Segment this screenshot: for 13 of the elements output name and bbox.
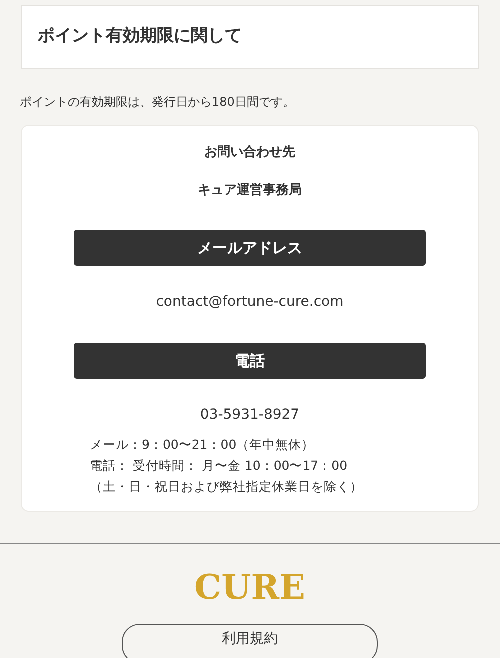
contact-heading: 電話 [74,343,426,379]
contact-heading: メールアドレス [74,230,426,266]
contact-value: contact@fortune-cure.com [156,293,344,312]
hours-text: メール：9：00〜21：00（年中無休） [90,436,316,454]
logo: CURE [194,568,306,608]
contact-title: お問い合わせ先 [204,144,296,162]
section-text: ポイントの有効期限は、発行日から180日間です。 [19,94,296,111]
hours-text: （土・日・祝日および弊社指定休業日を除く） [90,478,364,496]
terms-link[interactable]: 利用規約 [122,624,378,658]
contact-value: 03-5931-8927 [200,406,300,425]
hours-text: 電話： 受付時間： 月〜金 10：00〜17：00 [90,457,349,475]
section-title: ポイント有効期限に関して [38,25,242,48]
organization-name: キュア運営事務局 [198,182,302,200]
